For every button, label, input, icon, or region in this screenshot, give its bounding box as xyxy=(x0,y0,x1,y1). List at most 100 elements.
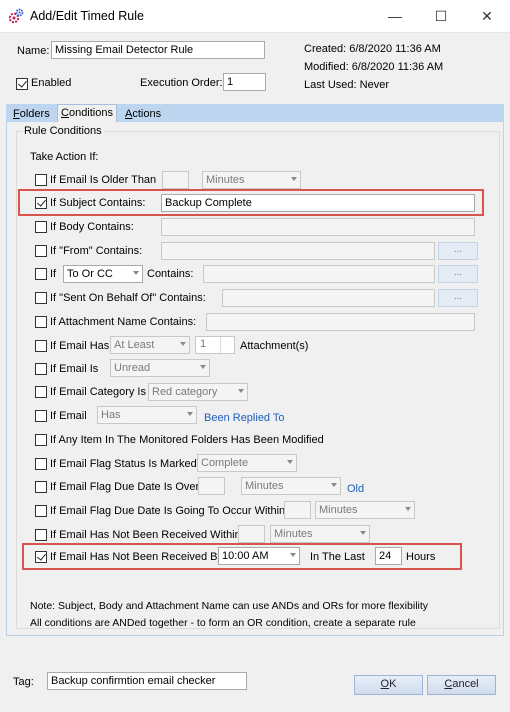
to-cc-checkbox[interactable] xyxy=(35,268,47,280)
not-received-within-unit-select[interactable]: Minutes xyxy=(270,525,370,543)
older-than-label: If Email Is Older Than xyxy=(50,174,157,186)
not-received-by-time-picker[interactable]: 10:00 AM xyxy=(218,547,300,565)
attachments-suffix-label: Attachment(s) xyxy=(240,340,309,352)
tag-label: Tag: xyxy=(13,676,34,688)
chevron-down-icon xyxy=(331,483,337,487)
last-used-text: Last Used: Never xyxy=(304,79,389,91)
attachment-name-checkbox[interactable] xyxy=(35,316,47,328)
behalf-checkbox[interactable] xyxy=(35,292,47,304)
flag-over-unit-select[interactable]: Minutes xyxy=(241,477,341,495)
attachment-count-stepper[interactable]: 1 xyxy=(195,336,235,354)
has-attachments-checkbox[interactable] xyxy=(35,340,47,352)
attachment-name-input[interactable] xyxy=(206,313,475,331)
to-cc-browse-button[interactable]: ... xyxy=(438,265,478,283)
subject-checkbox[interactable] xyxy=(35,197,47,209)
window-title: Add/Edit Timed Rule xyxy=(30,9,144,23)
body-input[interactable] xyxy=(161,218,475,236)
flag-over-unit-value: Minutes xyxy=(245,480,284,492)
replied-select[interactable]: Has xyxy=(97,406,197,424)
hours-label: Hours xyxy=(406,551,436,563)
modified-text: Modified: 6/8/2020 11:36 AM xyxy=(304,61,444,73)
folder-modified-checkbox[interactable] xyxy=(35,434,47,446)
chevron-down-icon xyxy=(187,412,193,416)
attachment-quantifier-select[interactable]: At Least xyxy=(110,336,190,354)
not-received-within-unit-value: Minutes xyxy=(274,528,313,540)
category-label: If Email Category Is xyxy=(50,386,146,398)
flag-status-select[interactable]: Complete xyxy=(197,454,297,472)
tab-conditions[interactable]: Conditions xyxy=(57,104,117,123)
ok-button[interactable]: OK xyxy=(354,675,423,695)
tab-conditions-accel: C xyxy=(61,107,69,119)
to-cc-input[interactable] xyxy=(203,265,435,283)
cancel-button[interactable]: Cancel xyxy=(427,675,496,695)
created-text: Created: 6/8/2020 11:36 AM xyxy=(304,43,441,55)
chevron-down-icon xyxy=(287,460,293,464)
replied-suffix-label: Been Replied To xyxy=(204,412,285,424)
replied-value: Has xyxy=(101,409,121,421)
subject-input[interactable]: Backup Complete xyxy=(161,194,475,212)
not-received-within-input[interactable] xyxy=(238,525,265,543)
folder-modified-label: If Any Item In The Monitored Folders Has… xyxy=(50,434,324,446)
flag-within-checkbox[interactable] xyxy=(35,505,47,517)
chevron-down-icon xyxy=(200,365,206,369)
chevron-down-icon xyxy=(290,553,296,557)
tab-folders-rest: olders xyxy=(19,108,50,120)
category-checkbox[interactable] xyxy=(35,386,47,398)
email-is-label: If Email Is xyxy=(50,363,99,375)
older-than-unit-select[interactable]: Minutes xyxy=(202,171,301,189)
tab-actions-rest: ctions xyxy=(132,108,162,120)
enabled-checkbox[interactable] xyxy=(16,78,28,90)
execution-order-input[interactable]: 1 xyxy=(223,73,266,91)
app-icon xyxy=(8,8,24,24)
behalf-browse-button[interactable]: ... xyxy=(438,289,478,307)
body-checkbox[interactable] xyxy=(35,221,47,233)
subject-label: If Subject Contains: xyxy=(50,197,146,209)
flag-over-checkbox[interactable] xyxy=(35,481,47,493)
note-text-1: Note: Subject, Body and Attachment Name … xyxy=(30,600,429,612)
ok-rest: K xyxy=(389,678,397,690)
older-than-checkbox[interactable] xyxy=(35,174,47,186)
tag-input[interactable]: Backup confirmtion email checker xyxy=(47,672,247,690)
flag-within-label: If Email Flag Due Date Is Going To Occur… xyxy=(50,505,286,517)
execution-order-label: Execution Order: xyxy=(140,77,223,89)
chevron-down-icon xyxy=(405,507,411,511)
behalf-label: If "Sent On Behalf Of" Contains: xyxy=(50,292,206,304)
rule-conditions-title: Rule Conditions xyxy=(22,125,104,137)
rule-name-input[interactable]: Missing Email Detector Rule xyxy=(51,41,265,59)
flag-within-input[interactable] xyxy=(284,501,311,519)
from-browse-button[interactable]: ... xyxy=(438,242,478,260)
chevron-down-icon xyxy=(360,531,366,535)
body-label: If Body Contains: xyxy=(50,221,134,233)
older-than-input[interactable] xyxy=(162,171,189,189)
maximize-button[interactable]: ☐ xyxy=(418,0,464,32)
not-received-by-checkbox[interactable] xyxy=(35,551,47,563)
read-status-select[interactable]: Unread xyxy=(110,359,210,377)
close-button[interactable]: ✕ xyxy=(464,0,510,32)
hours-input[interactable]: 24 xyxy=(375,547,402,565)
to-cc-contains-label: Contains: xyxy=(147,268,194,280)
flag-over-input[interactable] xyxy=(198,477,225,495)
flag-status-checkbox[interactable] xyxy=(35,458,47,470)
stepper-divider xyxy=(220,337,221,353)
chevron-down-icon xyxy=(291,177,297,181)
behalf-input[interactable] xyxy=(222,289,435,307)
flag-over-suffix-label: Old xyxy=(347,483,365,495)
take-action-label: Take Action If: xyxy=(30,151,99,163)
minimize-button[interactable]: — xyxy=(372,0,418,32)
chevron-down-icon xyxy=(180,342,186,346)
flag-within-unit-select[interactable]: Minutes xyxy=(315,501,415,519)
replied-checkbox[interactable] xyxy=(35,410,47,422)
from-checkbox[interactable] xyxy=(35,245,47,257)
tab-folders[interactable]: Folders xyxy=(10,106,53,122)
from-input[interactable] xyxy=(161,242,435,260)
tab-actions[interactable]: Actions xyxy=(122,106,164,122)
flag-status-value: Complete xyxy=(201,457,249,469)
not-received-within-checkbox[interactable] xyxy=(35,529,47,541)
ok-accel: O xyxy=(380,678,390,690)
title-bar: Add/Edit Timed Rule — ☐ ✕ xyxy=(0,0,510,33)
category-select[interactable]: Red category xyxy=(148,383,248,401)
older-than-unit-value: Minutes xyxy=(206,174,245,186)
email-is-checkbox[interactable] xyxy=(35,363,47,375)
name-label: Name: xyxy=(17,45,50,57)
recipient-type-select[interactable]: To Or CC xyxy=(63,265,143,283)
